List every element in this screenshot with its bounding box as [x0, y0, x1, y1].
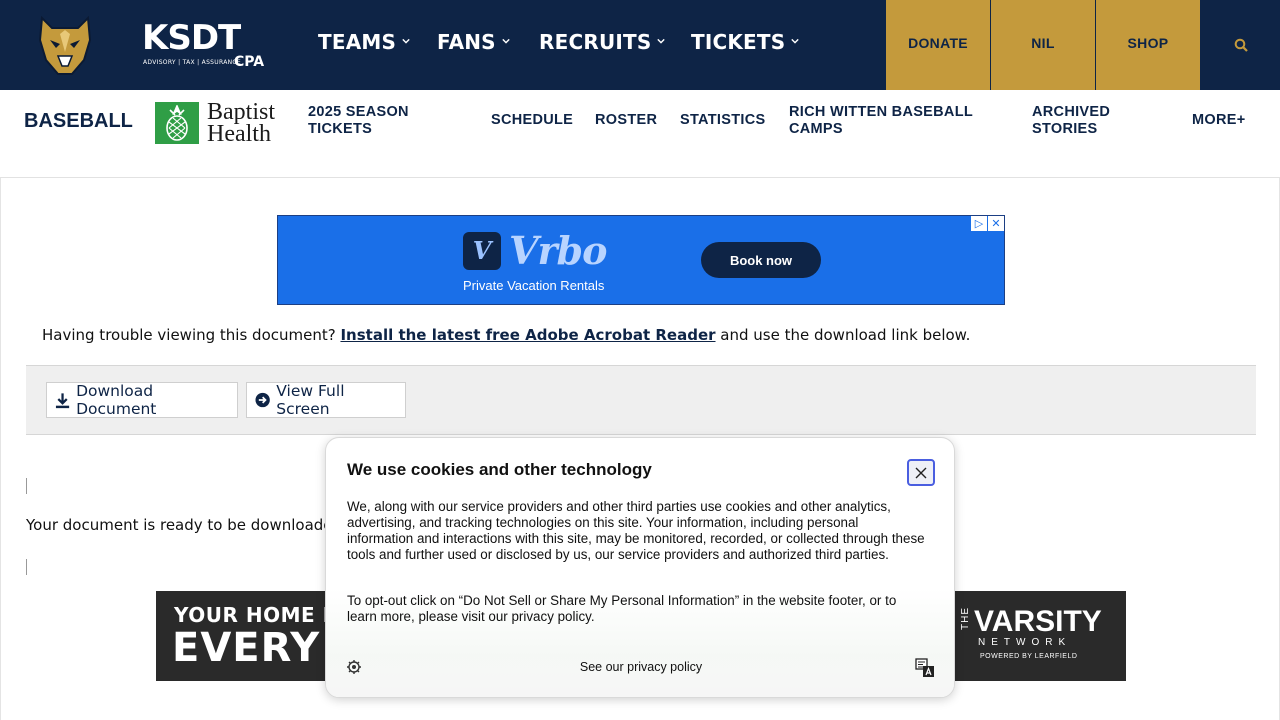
shop-button[interactable]: SHOP — [1096, 0, 1200, 90]
vrbo-tagline: Private Vacation Rentals — [463, 278, 605, 293]
nav-teams-label: TEAMS — [318, 30, 397, 54]
nav-fans-label: FANS — [437, 30, 496, 54]
arrow-circle-right-icon — [255, 392, 270, 408]
divider — [26, 478, 27, 494]
subnav-archived-line1: ARCHIVED — [1032, 104, 1111, 120]
baptist-health-sponsor-logo[interactable]: Baptist Health — [155, 99, 285, 147]
subnav-more[interactable]: MORE+ — [1192, 112, 1245, 129]
search-button[interactable] — [1201, 0, 1280, 90]
sponsor-line-2: Health — [207, 121, 271, 147]
varsity-the: THE — [960, 607, 971, 630]
subnav-archived-stories[interactable]: ARCHIVED STORIES — [1032, 104, 1110, 138]
subnav-baseball-camps[interactable]: RICH WITTEN BASEBALL CAMPS — [789, 104, 973, 138]
sponsor-line-1: Baptist — [207, 99, 276, 125]
vrbo-ad-banner[interactable]: ▷ ✕ V Vrbo Private Vacation Rentals Book… — [277, 215, 1005, 305]
cookie-footer: See our privacy policy — [326, 658, 954, 680]
cookie-body-text: We, along with our service providers and… — [347, 499, 925, 562]
acrobat-help-text: Having trouble viewing this document? In… — [42, 326, 970, 344]
subnav-archived-line2: STORIES — [1032, 121, 1098, 137]
nav-tickets-label: TICKETS — [691, 30, 786, 54]
sport-title[interactable]: BASEBALL — [24, 110, 133, 133]
nav-fans[interactable]: FANS — [437, 30, 510, 54]
subnav-season-tickets[interactable]: 2025 SEASON TICKETS — [308, 104, 409, 138]
ksdt-sponsor-logo[interactable]: KSDT ADVISORY | TAX | ASSURANCE CPA — [142, 18, 265, 72]
cookie-consent-dialog: We use cookies and other technology We, … — [325, 437, 955, 698]
document-toolbar: Download Document View Full Screen — [26, 365, 1256, 435]
close-icon — [915, 467, 927, 478]
document-ready-text: Your document is ready to be downloaded — [26, 516, 343, 534]
ksdt-tagline: ADVISORY | TAX | ASSURANCE — [143, 59, 241, 66]
chevron-down-icon — [402, 38, 410, 44]
subnav-camps-line2: CAMPS — [789, 121, 843, 137]
book-now-button[interactable]: Book now — [701, 242, 821, 278]
top-navigation-bar: KSDT ADVISORY | TAX | ASSURANCE CPA TEAM… — [0, 0, 1280, 90]
nav-teams[interactable]: TEAMS — [318, 30, 410, 54]
chevron-down-icon — [791, 38, 800, 44]
ksdt-wordmark: KSDT — [142, 18, 241, 58]
subnav-season-tickets-line1: 2025 SEASON — [308, 104, 409, 120]
chevron-down-icon — [657, 38, 666, 44]
sport-subnav: BASEBALL Baptist Health 2025 SEASON TICK… — [0, 90, 1280, 178]
download-icon — [55, 392, 70, 408]
download-label: Download Document — [76, 382, 157, 418]
acrobat-reader-link[interactable]: Install the latest free Adobe Acrobat Re… — [340, 326, 715, 344]
divider — [26, 559, 27, 575]
subnav-statistics[interactable]: STATISTICS — [680, 112, 765, 129]
privacy-policy-link[interactable]: See our privacy policy — [326, 660, 954, 674]
varsity-network: NETWORK — [978, 637, 1072, 648]
vrbo-logo: V Vrbo — [463, 228, 607, 273]
ksdt-cpa: CPA — [234, 54, 265, 70]
cookie-close-button[interactable] — [907, 459, 935, 486]
sponsor-wordmark: Baptist Health — [207, 99, 276, 147]
subnav-camps-line1: RICH WITTEN BASEBALL — [789, 104, 974, 120]
donate-button[interactable]: DONATE — [886, 0, 990, 90]
search-icon — [1234, 38, 1248, 52]
panther-logo[interactable] — [36, 14, 94, 76]
cookie-optout-text: To opt-out click on “Do Not Sell or Shar… — [347, 593, 897, 624]
vrbo-mark-icon: V — [463, 231, 501, 270]
subnav-season-tickets-line2: TICKETS — [308, 121, 373, 137]
nav-recruits[interactable]: RECRUITS — [539, 30, 666, 54]
vrbo-wordmark: Vrbo — [509, 228, 607, 273]
chevron-down-icon — [502, 38, 510, 44]
close-icon[interactable]: ✕ — [988, 216, 1004, 231]
view-full-screen-button[interactable]: View Full Screen — [246, 382, 406, 418]
varsity-word: VARSITY — [974, 605, 1102, 638]
adchoices-icon[interactable]: ▷ — [971, 216, 987, 231]
translate-icon[interactable] — [915, 658, 935, 678]
ad-choices[interactable]: ▷ ✕ — [970, 216, 1004, 231]
trouble-prefix: Having trouble viewing this document? — [42, 326, 336, 344]
nav-tickets[interactable]: TICKETS — [691, 30, 800, 54]
subnav-schedule[interactable]: SCHEDULE — [491, 112, 573, 129]
cookie-title: We use cookies and other technology — [347, 460, 652, 479]
subnav-roster[interactable]: ROSTER — [595, 112, 657, 129]
fullscreen-label: View Full Screen — [276, 382, 345, 418]
trouble-suffix: and use the download link below. — [720, 326, 971, 344]
nil-button[interactable]: NIL — [991, 0, 1095, 90]
nav-recruits-label: RECRUITS — [539, 30, 652, 54]
varsity-powered-by: POWERED BY LEARFIELD — [980, 653, 1078, 660]
pineapple-icon — [155, 102, 199, 144]
download-document-button[interactable]: Download Document — [46, 382, 238, 418]
